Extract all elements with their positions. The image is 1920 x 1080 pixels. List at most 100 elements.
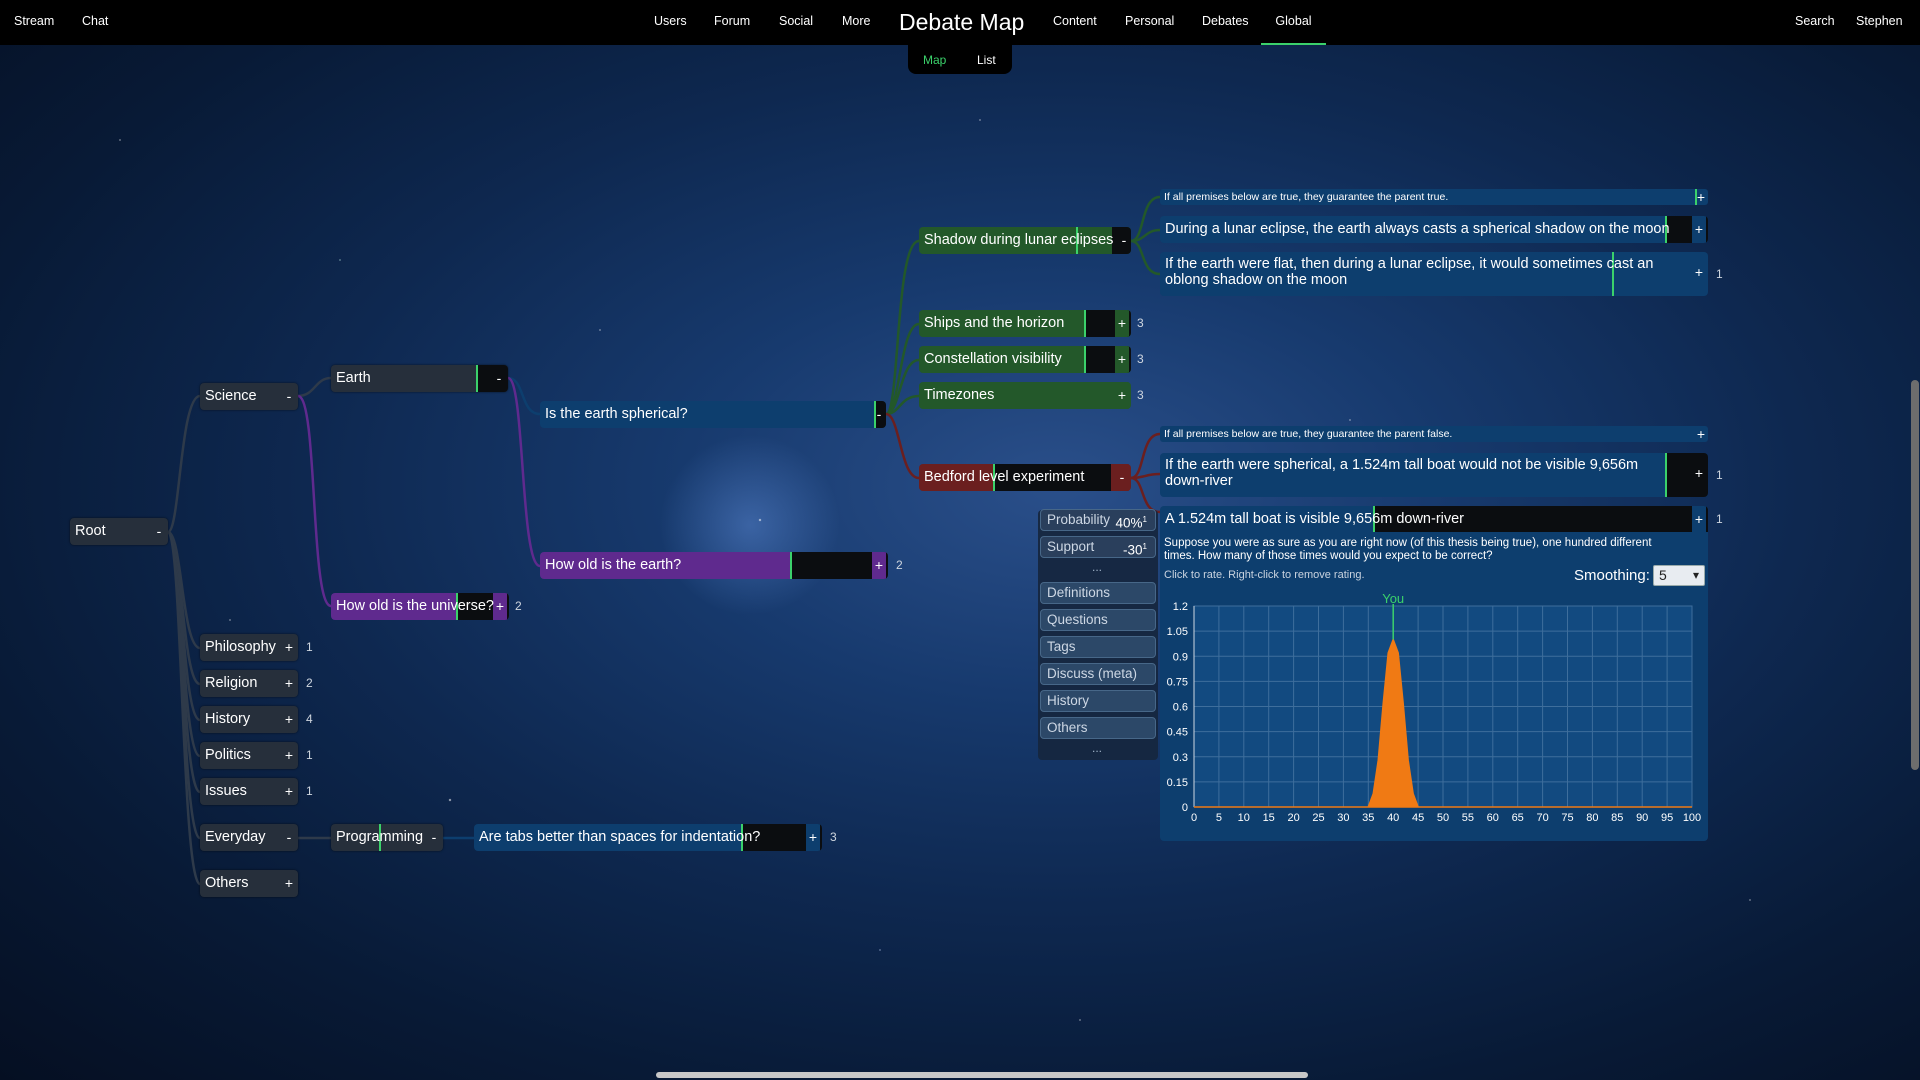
nav-chat[interactable]: Chat [82,0,108,45]
node-how-old-earth[interactable]: How old is the earth? + [540,552,888,579]
vertical-scrollbar[interactable] [1911,380,1919,770]
horizontal-scrollbar[interactable] [656,1072,1308,1078]
node-philosophy[interactable]: Philosophy + [200,634,298,661]
questions-button[interactable]: Questions [1040,609,1156,631]
collapse-toggle[interactable]: - [427,824,441,851]
expand-toggle[interactable]: + [1694,189,1708,205]
y-tick-label: 1.05 [1167,626,1188,638]
nav-personal[interactable]: Personal [1125,0,1174,45]
expand-toggle[interactable]: + [1692,264,1706,284]
node-constellation[interactable]: Constellation visibility + [919,346,1131,373]
y-tick-label: 0.9 [1173,651,1188,663]
collapse-toggle[interactable]: - [152,518,166,545]
smoothing-select[interactable]: 5 [1653,565,1705,586]
x-tick-label: 70 [1536,812,1548,824]
x-tick-label: 20 [1287,812,1299,824]
more-dots[interactable]: ... [1092,741,1102,755]
child-count: 3 [1137,316,1144,330]
expand-toggle[interactable]: + [1115,310,1129,337]
nav-search[interactable]: Search [1795,0,1835,45]
expand-toggle[interactable]: + [1694,426,1708,442]
node-how-old-universe[interactable]: How old is the universe? + [331,593,509,620]
y-tick-label: 0.15 [1167,777,1188,789]
expand-toggle[interactable]: + [282,778,296,805]
node-lunar-premise-2[interactable]: If the earth were flat, then during a lu… [1160,252,1708,296]
view-switcher: Map List [908,45,1012,74]
collapse-toggle[interactable]: - [492,365,506,392]
x-tick-label: 40 [1387,812,1399,824]
nav-more[interactable]: More [842,0,870,45]
node-earth[interactable]: Earth - [331,365,508,392]
expand-toggle[interactable]: + [1692,216,1706,243]
expand-toggle[interactable]: + [282,634,296,661]
nav-stream[interactable]: Stream [14,0,54,45]
node-bedford-premise-2[interactable]: A 1.524m tall boat is visible 9,656m dow… [1160,506,1708,533]
nav-users[interactable]: Users [654,0,687,45]
app-title[interactable]: Debate Map [899,0,1024,45]
node-lunar-premise-1[interactable]: During a lunar eclipse, the earth always… [1160,216,1708,243]
node-ships-horizon[interactable]: Ships and the horizon + [919,310,1131,337]
nav-global[interactable]: Global [1261,0,1326,45]
expand-toggle[interactable]: + [806,824,820,851]
tab-list[interactable]: List [977,53,996,67]
rating-chart[interactable]: 0 5 10 15 20 25 30 35 40 45 50 55 60 65 70 75 80 85 90 95 10… [1160,590,1708,830]
child-count: 4 [306,712,313,726]
node-label: Religion [205,675,258,691]
expand-toggle[interactable]: + [282,670,296,697]
x-tick-label: 10 [1238,812,1250,824]
node-label: Shadow during lunar eclipses [924,232,1114,248]
node-tabs-vs-spaces[interactable]: Are tabs better than spaces for indentat… [474,824,822,851]
collapse-toggle[interactable]: - [872,401,886,428]
tags-button[interactable]: Tags [1040,636,1156,658]
node-programming[interactable]: Programming - [331,824,443,851]
node-religion[interactable]: Religion + [200,670,298,697]
expand-toggle[interactable]: + [872,552,886,579]
expand-toggle[interactable]: + [282,706,296,733]
more-dots[interactable]: ... [1092,560,1102,574]
x-tick-label: 90 [1636,812,1648,824]
node-others[interactable]: Others + [200,870,298,897]
probability-button[interactable]: Probability 40%1 [1040,509,1156,531]
premise-note-text: If all premises below are true, they gua… [1164,428,1453,440]
child-count: 2 [306,676,313,690]
others-button[interactable]: Others [1040,717,1156,739]
node-everyday[interactable]: Everyday - [200,824,298,851]
node-root[interactable]: Root - [70,518,168,545]
expand-toggle[interactable]: + [282,742,296,769]
expand-toggle[interactable]: + [493,593,507,620]
collapse-toggle[interactable]: - [282,383,296,410]
nav-user[interactable]: Stephen [1856,0,1903,45]
nav-content[interactable]: Content [1053,0,1097,45]
nav-social[interactable]: Social [779,0,813,45]
node-science[interactable]: Science - [200,383,298,410]
node-bedford-level[interactable]: Bedford level experiment - [919,464,1131,491]
node-is-earth-spherical[interactable]: Is the earth spherical? - [540,401,886,428]
node-bedford-premise-1[interactable]: If the earth were spherical, a 1.524m ta… [1160,453,1708,497]
smoothing-label: Smoothing: [1574,567,1650,584]
nav-forum[interactable]: Forum [714,0,750,45]
y-tick-label: 0.75 [1167,676,1188,688]
tab-map[interactable]: Map [923,53,946,67]
x-tick-label: 80 [1586,812,1598,824]
expand-toggle[interactable]: + [1115,382,1129,409]
node-timezones[interactable]: Timezones + [919,382,1131,409]
expand-toggle[interactable]: + [1115,346,1129,373]
nav-debates[interactable]: Debates [1202,0,1249,45]
expand-toggle[interactable]: + [1692,506,1706,533]
collapse-toggle[interactable]: - [1117,227,1131,254]
collapse-toggle[interactable]: - [282,824,296,851]
support-button[interactable]: Support -301 [1040,536,1156,558]
discuss-meta-button[interactable]: Discuss (meta) [1040,663,1156,685]
expand-toggle[interactable]: + [282,870,296,897]
node-issues[interactable]: Issues + [200,778,298,805]
collapse-toggle[interactable]: - [1115,464,1129,491]
x-tick-label: 45 [1412,812,1424,824]
node-lunar-eclipse[interactable]: Shadow during lunar eclipses - [919,227,1131,254]
node-history[interactable]: History + [200,706,298,733]
node-label: Issues [205,783,247,799]
expand-toggle[interactable]: + [1692,465,1706,485]
node-label: Philosophy [205,639,276,655]
definitions-button[interactable]: Definitions [1040,582,1156,604]
node-politics[interactable]: Politics + [200,742,298,769]
history-button[interactable]: History [1040,690,1156,712]
